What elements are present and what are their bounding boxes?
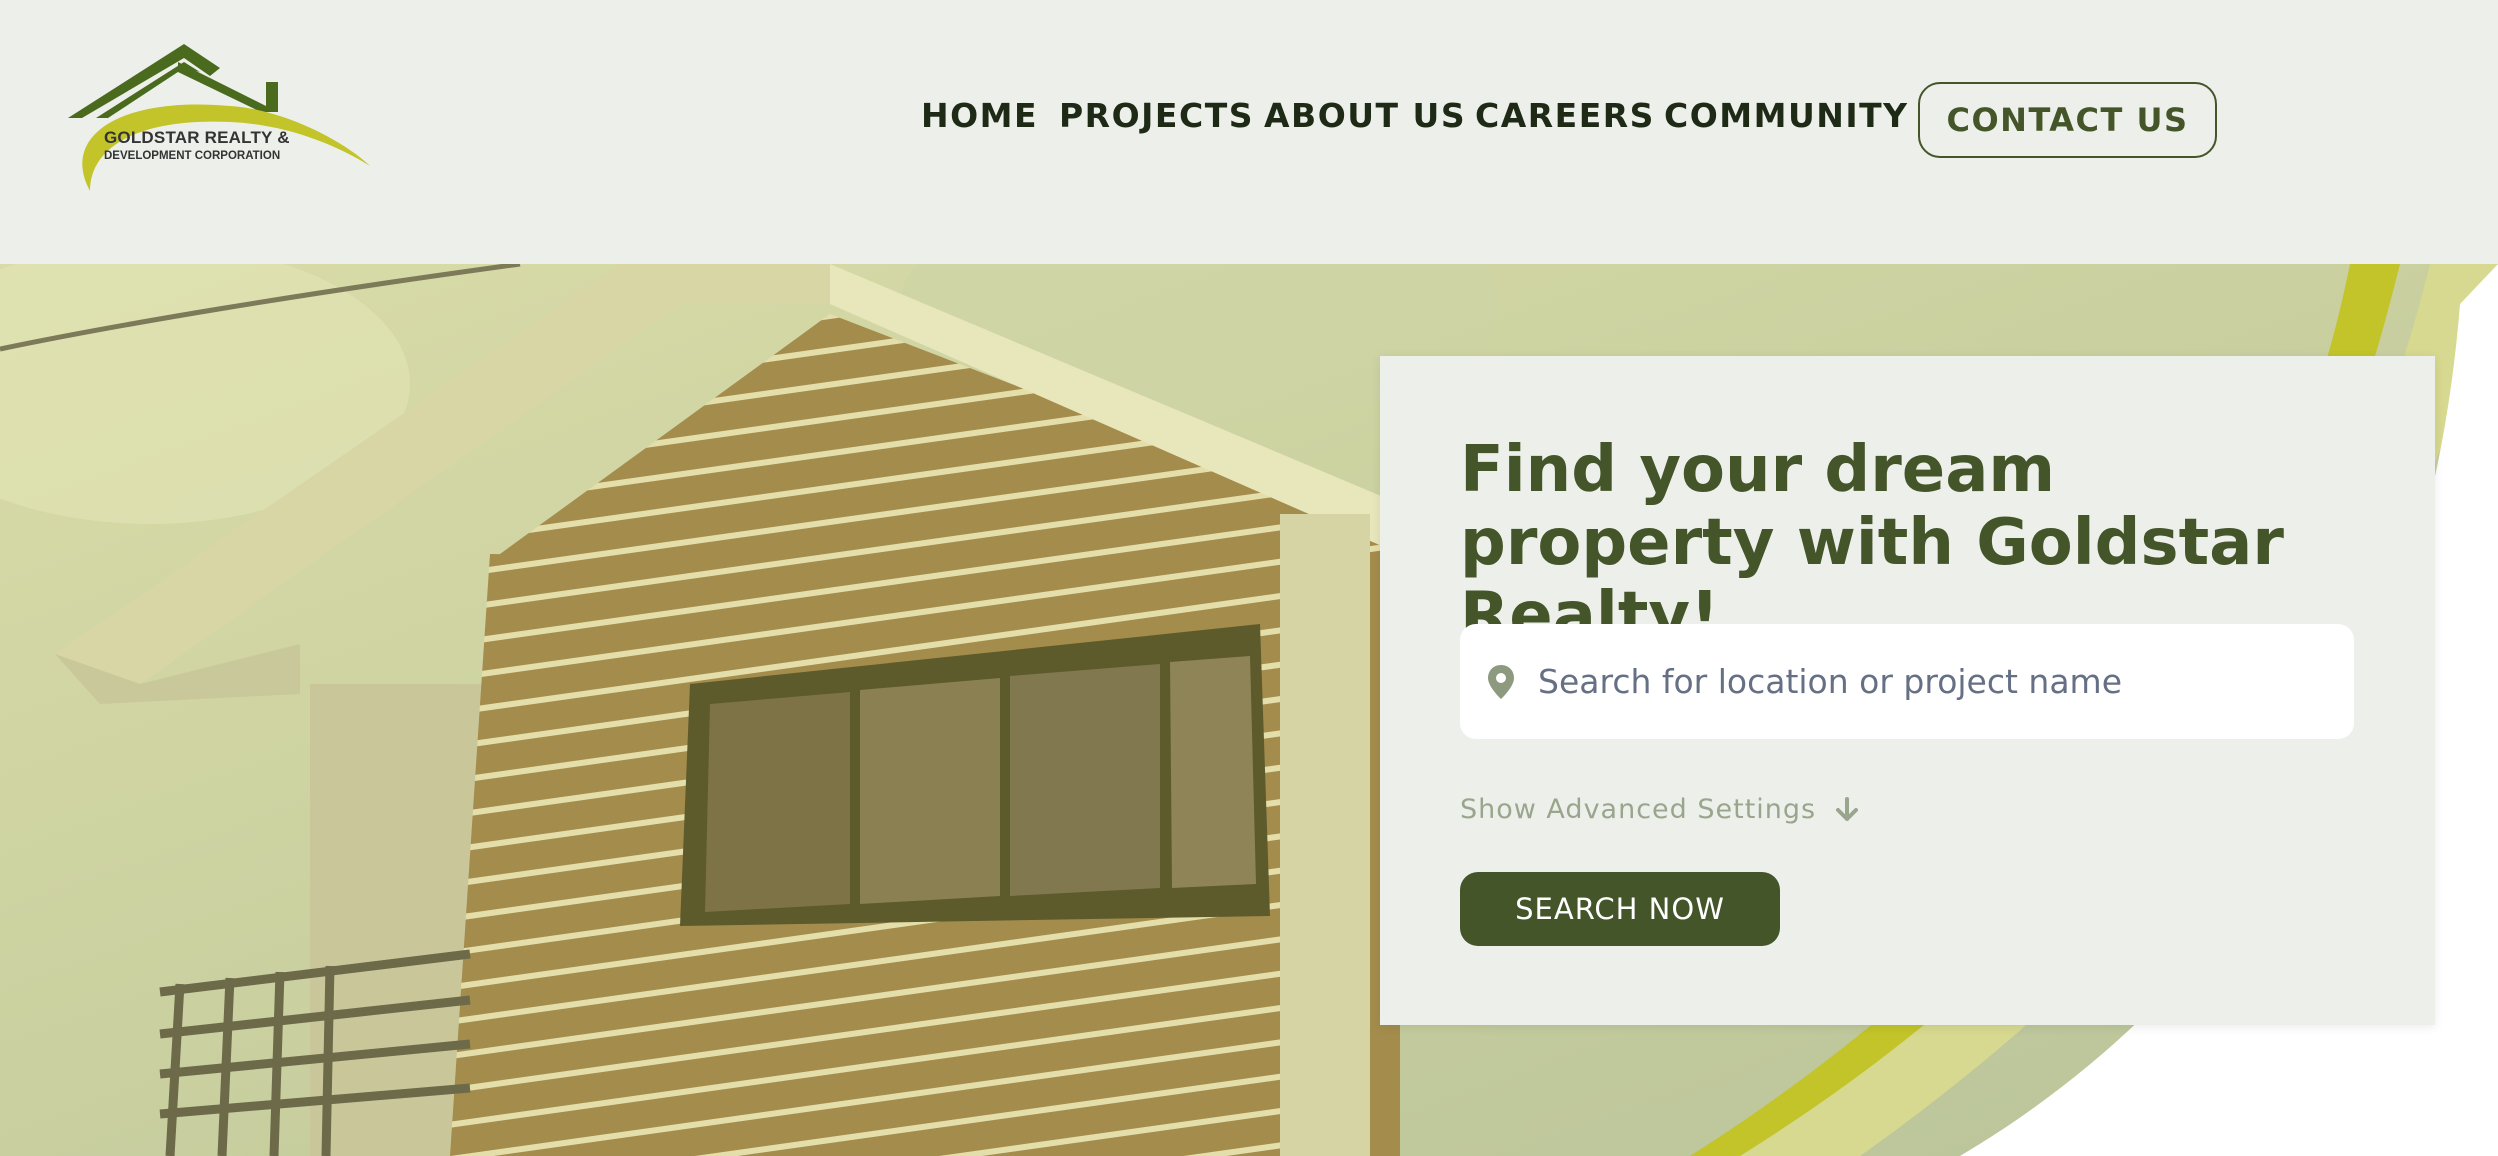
nav-item-community[interactable]: COMMUNITY bbox=[1664, 96, 1909, 135]
nav-item-about-us[interactable]: ABOUT US bbox=[1264, 96, 1466, 135]
arrow-down-icon bbox=[1836, 796, 1859, 821]
nav-item-projects[interactable]: PROJECTS bbox=[1059, 96, 1254, 135]
logo-line2: DEVELOPMENT CORPORATION bbox=[104, 150, 281, 162]
hero-title: Find your dream property with Goldstar R… bbox=[1460, 433, 2284, 653]
logo-line1: GOLDSTAR REALTY & bbox=[104, 128, 290, 147]
nav-item-home[interactable]: HOME bbox=[921, 96, 1038, 135]
nav-item-careers[interactable]: CAREERS bbox=[1475, 96, 1655, 135]
hero-section: Find your dream property with Goldstar R… bbox=[0, 264, 2498, 1156]
site-header: GOLDSTAR REALTY & DEVELOPMENT CORPORATIO… bbox=[0, 0, 2498, 264]
contact-us-button[interactable]: CONTACT US bbox=[1918, 82, 2217, 158]
search-now-button[interactable]: SEARCH NOW bbox=[1460, 872, 1780, 946]
search-box[interactable] bbox=[1460, 624, 2354, 739]
search-input[interactable] bbox=[1538, 646, 2328, 716]
house-logo-icon bbox=[68, 44, 370, 191]
map-pin-icon bbox=[1488, 665, 1514, 699]
advanced-settings-label: Show Advanced Settings bbox=[1460, 794, 1817, 825]
company-logo[interactable]: GOLDSTAR REALTY & DEVELOPMENT CORPORATIO… bbox=[60, 36, 380, 206]
search-card: Find your dream property with Goldstar R… bbox=[1380, 356, 2435, 1025]
show-advanced-settings-link[interactable]: Show Advanced Settings bbox=[1460, 794, 1860, 825]
